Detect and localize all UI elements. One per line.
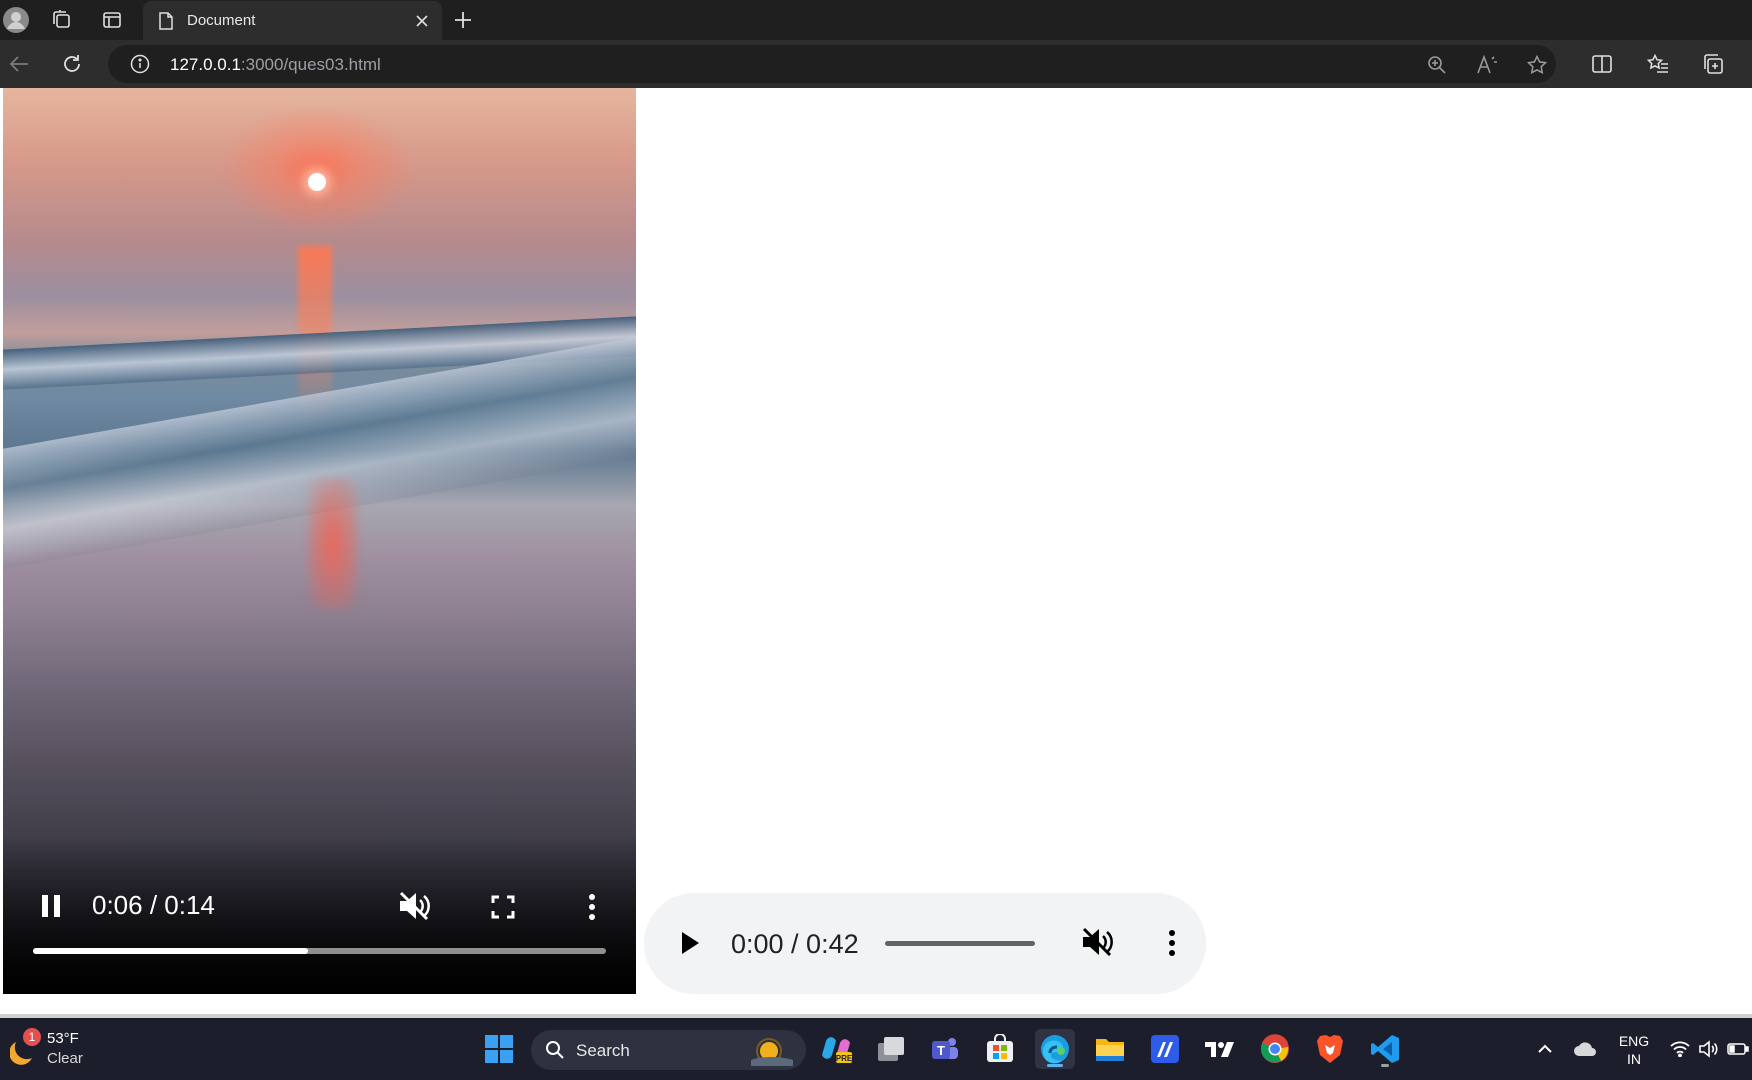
audio-time-display: 0:00 / 0:42 <box>731 929 859 959</box>
read-aloud-icon[interactable] <box>1474 52 1500 78</box>
taskbar-app-microsoft-store[interactable] <box>980 1029 1020 1069</box>
edge-icon <box>1041 1035 1069 1064</box>
split-screen-icon[interactable] <box>1585 48 1619 80</box>
video-mute-button[interactable] <box>393 886 435 926</box>
muted-speaker-icon <box>399 891 430 921</box>
audio-more-options-button[interactable] <box>1156 923 1188 963</box>
taskbar-search[interactable]: Search <box>531 1030 806 1070</box>
windows-logo-icon <box>485 1035 513 1063</box>
taskbar-app-copilot-pre[interactable]: PRE <box>816 1029 856 1069</box>
weather-condition: Clear <box>47 1050 83 1067</box>
taskbar-app-file-explorer[interactable] <box>1090 1029 1130 1069</box>
weather-notification-badge: 1 <box>23 1028 41 1046</box>
tradingview-icon <box>1205 1042 1234 1057</box>
profile-avatar-icon[interactable] <box>0 4 32 36</box>
video-more-options-button[interactable] <box>574 888 610 926</box>
taskbar-app-vscode[interactable] <box>1365 1029 1405 1069</box>
onedrive-cloud-icon[interactable] <box>1570 1018 1600 1080</box>
video-player[interactable]: 0:06 / 0:14 <box>3 88 636 994</box>
refresh-icon[interactable] <box>55 48 89 80</box>
video-pause-button[interactable] <box>33 888 69 924</box>
weather-widget[interactable]: 1 53°F Clear <box>8 1026 108 1072</box>
video-frame-sun <box>308 173 326 191</box>
video-progress-fill <box>33 948 309 954</box>
more-vertical-icon <box>1169 930 1175 956</box>
svg-text:T: T <box>937 1043 945 1058</box>
taskbar-app-chrome[interactable] <box>1255 1029 1295 1069</box>
fullscreen-icon <box>491 895 515 919</box>
folder-icon <box>1096 1039 1124 1061</box>
show-hidden-icons-chevron-up-icon[interactable] <box>1534 1018 1556 1080</box>
vscode-running-indicator <box>1381 1064 1389 1067</box>
tab-title: Document <box>187 12 256 29</box>
audio-mute-button[interactable] <box>1076 921 1118 963</box>
audio-play-button[interactable] <box>672 925 708 961</box>
taskbar-app-edge[interactable] <box>1035 1029 1075 1069</box>
video-progress-bar[interactable] <box>33 948 606 954</box>
document-icon <box>157 11 175 31</box>
start-button[interactable] <box>479 1029 519 1069</box>
video-fullscreen-button[interactable] <box>484 888 522 926</box>
task-view-icon <box>878 1037 904 1061</box>
favorites-icon[interactable] <box>1641 48 1675 80</box>
teams-icon: T <box>932 1038 958 1059</box>
site-info-icon[interactable] <box>130 54 150 74</box>
language-line2: IN <box>1627 1051 1641 1067</box>
zoom-icon[interactable] <box>1424 52 1450 78</box>
url-path: :3000/ques03.html <box>240 55 381 74</box>
chrome-icon <box>1260 1034 1289 1063</box>
edge-active-indicator <box>1047 1064 1063 1067</box>
app-blue-icon <box>1151 1035 1179 1063</box>
audio-progress-bar[interactable] <box>885 941 1035 946</box>
url-text: 127.0.0.1:3000/ques03.html <box>170 55 381 75</box>
tab-close-icon[interactable] <box>408 7 436 35</box>
wifi-icon[interactable] <box>1668 1018 1692 1080</box>
taskbar-app-tradingview[interactable] <box>1200 1029 1240 1069</box>
search-highlight-sunrise-icon <box>751 1038 793 1066</box>
video-frame-beach-reflection <box>308 478 358 608</box>
store-icon <box>987 1034 1013 1062</box>
pause-icon <box>42 895 60 917</box>
battery-icon[interactable] <box>1726 1018 1750 1080</box>
tab-actions-icon[interactable] <box>96 4 128 36</box>
search-icon <box>546 1041 564 1059</box>
taskbar-app-task-view[interactable] <box>871 1029 911 1069</box>
collections-icon[interactable] <box>1696 48 1730 80</box>
browser-toolbar: 127.0.0.1:3000/ques03.html <box>0 40 1752 88</box>
tab-document[interactable]: Document <box>143 1 442 40</box>
volume-icon[interactable] <box>1696 1018 1720 1080</box>
windows-taskbar: 1 53°F Clear Search PRE T ENG IN <box>0 1018 1752 1080</box>
svg-text:PRE: PRE <box>836 1054 852 1063</box>
video-frame-sun-glow <box>217 104 417 234</box>
weather-temperature: 53°F <box>47 1030 79 1047</box>
new-tab-icon[interactable] <box>448 5 478 35</box>
more-vertical-icon <box>589 894 595 920</box>
address-bar[interactable]: 127.0.0.1:3000/ques03.html <box>108 45 1556 83</box>
browser-tabstrip: Document <box>0 0 1752 40</box>
page-viewport: 0:06 / 0:14 0:00 / 0:42 <box>0 88 1752 1016</box>
audio-player[interactable]: 0:00 / 0:42 <box>644 893 1206 994</box>
vscode-icon <box>1371 1035 1399 1063</box>
muted-speaker-icon <box>1082 927 1113 957</box>
taskbar-app-blue-tool[interactable] <box>1145 1029 1185 1069</box>
taskbar-app-brave[interactable] <box>1310 1029 1350 1069</box>
search-label: Search <box>576 1041 630 1060</box>
copilot-icon: PRE <box>822 1037 852 1063</box>
taskbar-app-teams[interactable]: T <box>925 1029 965 1069</box>
play-icon <box>682 932 699 954</box>
language-indicator[interactable]: ENG IN <box>1608 1032 1660 1068</box>
back-arrow-icon[interactable] <box>2 48 36 80</box>
brave-icon <box>1317 1035 1343 1063</box>
video-time-display: 0:06 / 0:14 <box>92 890 215 920</box>
url-host: 127.0.0.1 <box>170 55 241 74</box>
workspaces-icon[interactable] <box>45 4 77 36</box>
language-line1: ENG <box>1618 1033 1650 1049</box>
favorite-star-icon[interactable] <box>1524 52 1550 78</box>
